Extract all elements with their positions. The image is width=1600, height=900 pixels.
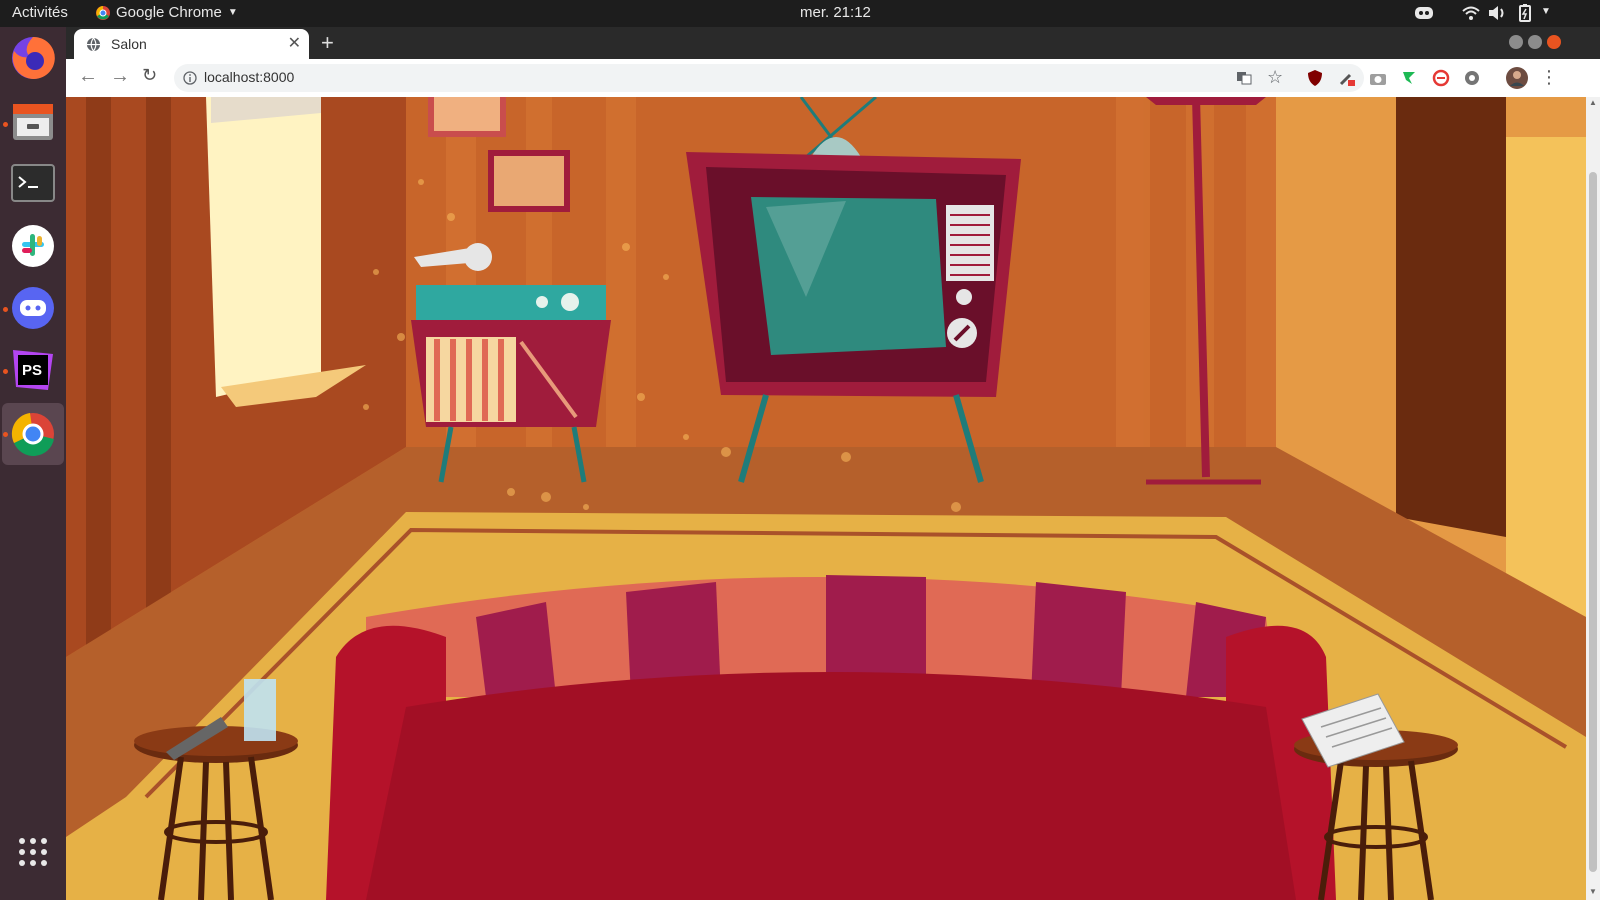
- curtain: [1506, 137, 1586, 617]
- green-extension-icon[interactable]: [1400, 69, 1418, 87]
- new-tab-button[interactable]: +: [321, 30, 334, 56]
- bookmark-star-icon[interactable]: ☆: [1267, 67, 1283, 88]
- reload-icon[interactable]: ↻: [142, 65, 157, 86]
- camera-icon[interactable]: [1369, 69, 1387, 87]
- close-tab-icon[interactable]: ✕: [288, 33, 301, 53]
- discord-icon[interactable]: [8, 283, 58, 333]
- back-arrow-icon[interactable]: ←: [78, 65, 98, 88]
- minimize-button[interactable]: [1509, 35, 1523, 49]
- browser-toolbar: ← → ↻ localhost:8000 ☆ ⋮: [66, 59, 1600, 98]
- volume-icon[interactable]: [1486, 3, 1508, 23]
- maximize-button[interactable]: [1528, 35, 1542, 49]
- tab-title: Salon: [111, 36, 147, 52]
- scroll-down-icon[interactable]: ▼: [1589, 887, 1597, 896]
- window: [206, 97, 321, 397]
- show-apps-icon[interactable]: [8, 827, 58, 877]
- firefox-icon[interactable]: [8, 33, 58, 83]
- scroll-up-icon[interactable]: ▲: [1589, 98, 1597, 107]
- system-menu-chevron-icon[interactable]: ▼: [1541, 6, 1551, 17]
- globe-icon: [86, 37, 101, 52]
- eyedropper-extension-icon[interactable]: [1338, 69, 1356, 87]
- wifi-icon[interactable]: [1460, 3, 1482, 23]
- phpstorm-icon[interactable]: PS: [8, 345, 58, 395]
- chrome-small-icon: [96, 5, 110, 20]
- settings-extension-icon[interactable]: [1463, 69, 1481, 87]
- system-top-bar: Activités Google Chrome ▼ mer. 21:12 ▼: [0, 0, 1600, 27]
- terminal-icon[interactable]: [8, 159, 58, 209]
- chrome-icon[interactable]: [8, 409, 58, 459]
- doorway: [1396, 97, 1506, 537]
- red-extension-icon[interactable]: [1432, 69, 1450, 87]
- sofa: [326, 575, 1336, 900]
- info-icon[interactable]: [183, 71, 197, 85]
- sofa-back: [366, 672, 1296, 900]
- slack-icon[interactable]: [8, 221, 58, 271]
- page-content: [66, 97, 1586, 900]
- page-scrollbar[interactable]: ▲ ▼: [1586, 97, 1600, 900]
- forward-arrow-icon[interactable]: →: [110, 65, 130, 88]
- app-menu[interactable]: Google Chrome ▼: [96, 4, 238, 21]
- scroll-thumb[interactable]: [1589, 172, 1597, 872]
- files-icon[interactable]: [8, 96, 58, 146]
- discord-tray-icon[interactable]: [1413, 3, 1435, 23]
- tv-speaker-grille: [946, 205, 994, 281]
- floor-lamp-shade: [1146, 97, 1266, 105]
- activities-button[interactable]: Activités: [12, 4, 68, 21]
- address-bar[interactable]: localhost:8000 ☆: [174, 64, 1364, 92]
- clock[interactable]: mer. 21:12: [800, 4, 871, 21]
- ublock-icon[interactable]: [1306, 69, 1324, 87]
- svg-text:PS: PS: [22, 362, 42, 379]
- living-room-illustration: [66, 97, 1586, 900]
- battery-icon[interactable]: [1514, 3, 1536, 23]
- dock: PS: [0, 27, 66, 900]
- tv-knob-small: [956, 289, 972, 305]
- tab-salon[interactable]: Salon ✕: [74, 29, 309, 59]
- close-window-button[interactable]: [1547, 35, 1561, 49]
- profile-avatar[interactable]: [1506, 67, 1528, 89]
- app-menu-label: Google Chrome: [116, 4, 222, 21]
- chevron-down-icon: ▼: [227, 7, 238, 18]
- url-text: localhost:8000: [204, 69, 295, 85]
- translate-icon[interactable]: [1236, 70, 1252, 86]
- glass-of-water: [244, 679, 276, 741]
- kebab-menu-icon[interactable]: ⋮: [1540, 67, 1558, 88]
- tab-strip: Salon ✕ +: [66, 27, 1600, 59]
